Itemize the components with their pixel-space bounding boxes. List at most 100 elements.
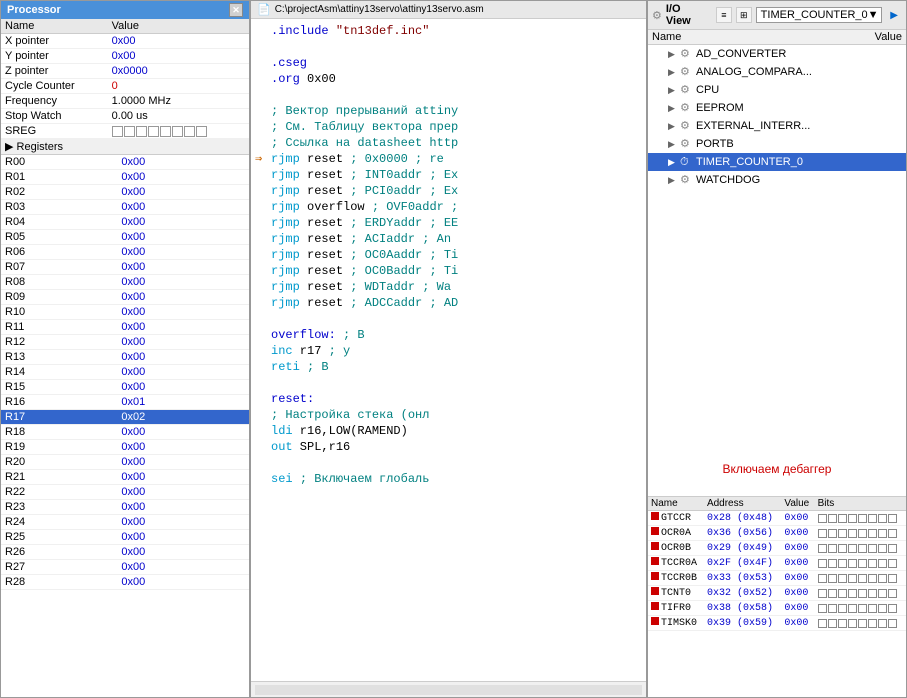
code-line[interactable] [251,87,646,103]
code-line[interactable]: ; Настройка стека (онл [251,407,646,423]
bit-box[interactable] [838,574,847,583]
sreg-bit[interactable] [148,126,159,137]
bit-box[interactable] [848,529,857,538]
code-line[interactable]: rjmp reset ; ERDYaddr ; EE [251,215,646,231]
sreg-bit[interactable] [160,126,171,137]
code-line[interactable]: ⇒ rjmp reset ; 0x0000 ; re [251,151,646,167]
bit-box[interactable] [888,574,897,583]
bit-box[interactable] [848,544,857,553]
bit-box[interactable] [848,514,857,523]
bit-box[interactable] [868,514,877,523]
bit-box[interactable] [888,559,897,568]
code-line[interactable] [251,375,646,391]
bit-box[interactable] [868,529,877,538]
io-toolbar-btn1[interactable]: ≡ [716,7,732,23]
code-line[interactable]: ; Вектор прерываний attiny [251,103,646,119]
bit-box[interactable] [878,619,887,628]
bit-box[interactable] [868,619,877,628]
register-detail-row[interactable]: OCR0B0x29 (0x49)0x00 [648,541,906,556]
code-line[interactable]: sei ; Включаем глобаль [251,471,646,487]
register-detail-row[interactable]: TCCR0B0x33 (0x53)0x00 [648,571,906,586]
code-line[interactable]: reti ; B [251,359,646,375]
code-line[interactable]: .include "tn13def.inc" [251,23,646,39]
code-line[interactable]: .org 0x00 [251,71,646,87]
bit-box[interactable] [838,619,847,628]
register-detail-row[interactable]: TCNT00x32 (0x52)0x00 [648,586,906,601]
bit-box[interactable] [858,604,867,613]
bit-box[interactable] [848,604,857,613]
io-toolbar-btn2[interactable]: ⊞ [736,7,752,23]
bit-box[interactable] [828,529,837,538]
editor-content[interactable]: .include "tn13def.inc" .cseg .org 0x00 ;… [251,19,646,681]
bit-box[interactable] [888,514,897,523]
bit-box[interactable] [888,544,897,553]
bit-box[interactable] [828,589,837,598]
sreg-bit[interactable] [196,126,207,137]
bit-box[interactable] [868,589,877,598]
code-line[interactable]: rjmp reset ; ADCCaddr ; AD [251,295,646,311]
bit-box[interactable] [838,589,847,598]
io-nav-icon[interactable]: ▶ [886,7,902,23]
bit-box[interactable] [818,589,827,598]
bit-box[interactable] [878,574,887,583]
io-tree-item[interactable]: ▶⚙WATCHDOG [648,171,906,189]
sreg-bit[interactable] [184,126,195,137]
registers-header[interactable]: ▶ Registers [1,139,249,155]
bit-box[interactable] [878,559,887,568]
bit-box[interactable] [848,619,857,628]
bit-box[interactable] [858,574,867,583]
register-detail-row[interactable]: OCR0A0x36 (0x56)0x00 [648,526,906,541]
close-button[interactable]: ✕ [229,3,243,17]
sreg-bit[interactable] [112,126,123,137]
bit-box[interactable] [868,559,877,568]
bit-box[interactable] [828,544,837,553]
bit-box[interactable] [818,604,827,613]
bit-box[interactable] [818,514,827,523]
bit-box[interactable] [838,514,847,523]
bit-box[interactable] [888,529,897,538]
processor-scroll[interactable]: Name Value X pointer0x00Y pointer0x00Z p… [1,19,249,697]
code-line[interactable] [251,455,646,471]
bit-box[interactable] [878,589,887,598]
code-line[interactable]: ldi r16,LOW(RAMEND) [251,423,646,439]
bit-box[interactable] [838,544,847,553]
bit-box[interactable] [838,604,847,613]
code-line[interactable]: ; См. Таблицу вектора прер [251,119,646,135]
code-line[interactable]: rjmp reset ; OC0Aaddr ; Ti [251,247,646,263]
io-tree-item[interactable]: ▶⚙EXTERNAL_INTERR... [648,117,906,135]
bit-box[interactable] [858,589,867,598]
code-line[interactable]: rjmp reset ; ACIaddr ; An [251,231,646,247]
bit-box[interactable] [858,544,867,553]
bit-box[interactable] [828,514,837,523]
code-line[interactable] [251,311,646,327]
bit-box[interactable] [848,574,857,583]
code-line[interactable]: ; Ссылка на datasheet http [251,135,646,151]
code-line[interactable]: reset: [251,391,646,407]
io-tree-item[interactable]: ▶⚙ANALOG_COMPARA... [648,63,906,81]
bit-box[interactable] [828,604,837,613]
bit-box[interactable] [878,529,887,538]
bit-box[interactable] [858,514,867,523]
bit-box[interactable] [848,589,857,598]
code-line[interactable]: inc r17 ; у [251,343,646,359]
code-line[interactable]: .cseg [251,55,646,71]
bit-box[interactable] [818,619,827,628]
io-tree-item[interactable]: ▶⚙AD_CONVERTER [648,45,906,63]
bit-box[interactable] [838,529,847,538]
bit-box[interactable] [818,544,827,553]
bit-box[interactable] [858,529,867,538]
bit-box[interactable] [868,544,877,553]
io-dropdown[interactable]: TIMER_COUNTER_0 ▼ [756,7,883,23]
sreg-bit[interactable] [124,126,135,137]
code-line[interactable]: overflow: ; B [251,327,646,343]
sreg-bit[interactable] [172,126,183,137]
bit-box[interactable] [868,604,877,613]
bit-box[interactable] [878,544,887,553]
code-line[interactable]: rjmp overflow ; OVF0addr ; [251,199,646,215]
bit-box[interactable] [818,559,827,568]
io-tree[interactable]: ▶⚙AD_CONVERTER▶⚙ANALOG_COMPARA...▶⚙CPU▶⚙… [648,45,906,442]
io-tree-item[interactable]: ▶⏱TIMER_COUNTER_0 [648,153,906,171]
bit-box[interactable] [878,514,887,523]
bit-box[interactable] [838,559,847,568]
bit-box[interactable] [828,559,837,568]
